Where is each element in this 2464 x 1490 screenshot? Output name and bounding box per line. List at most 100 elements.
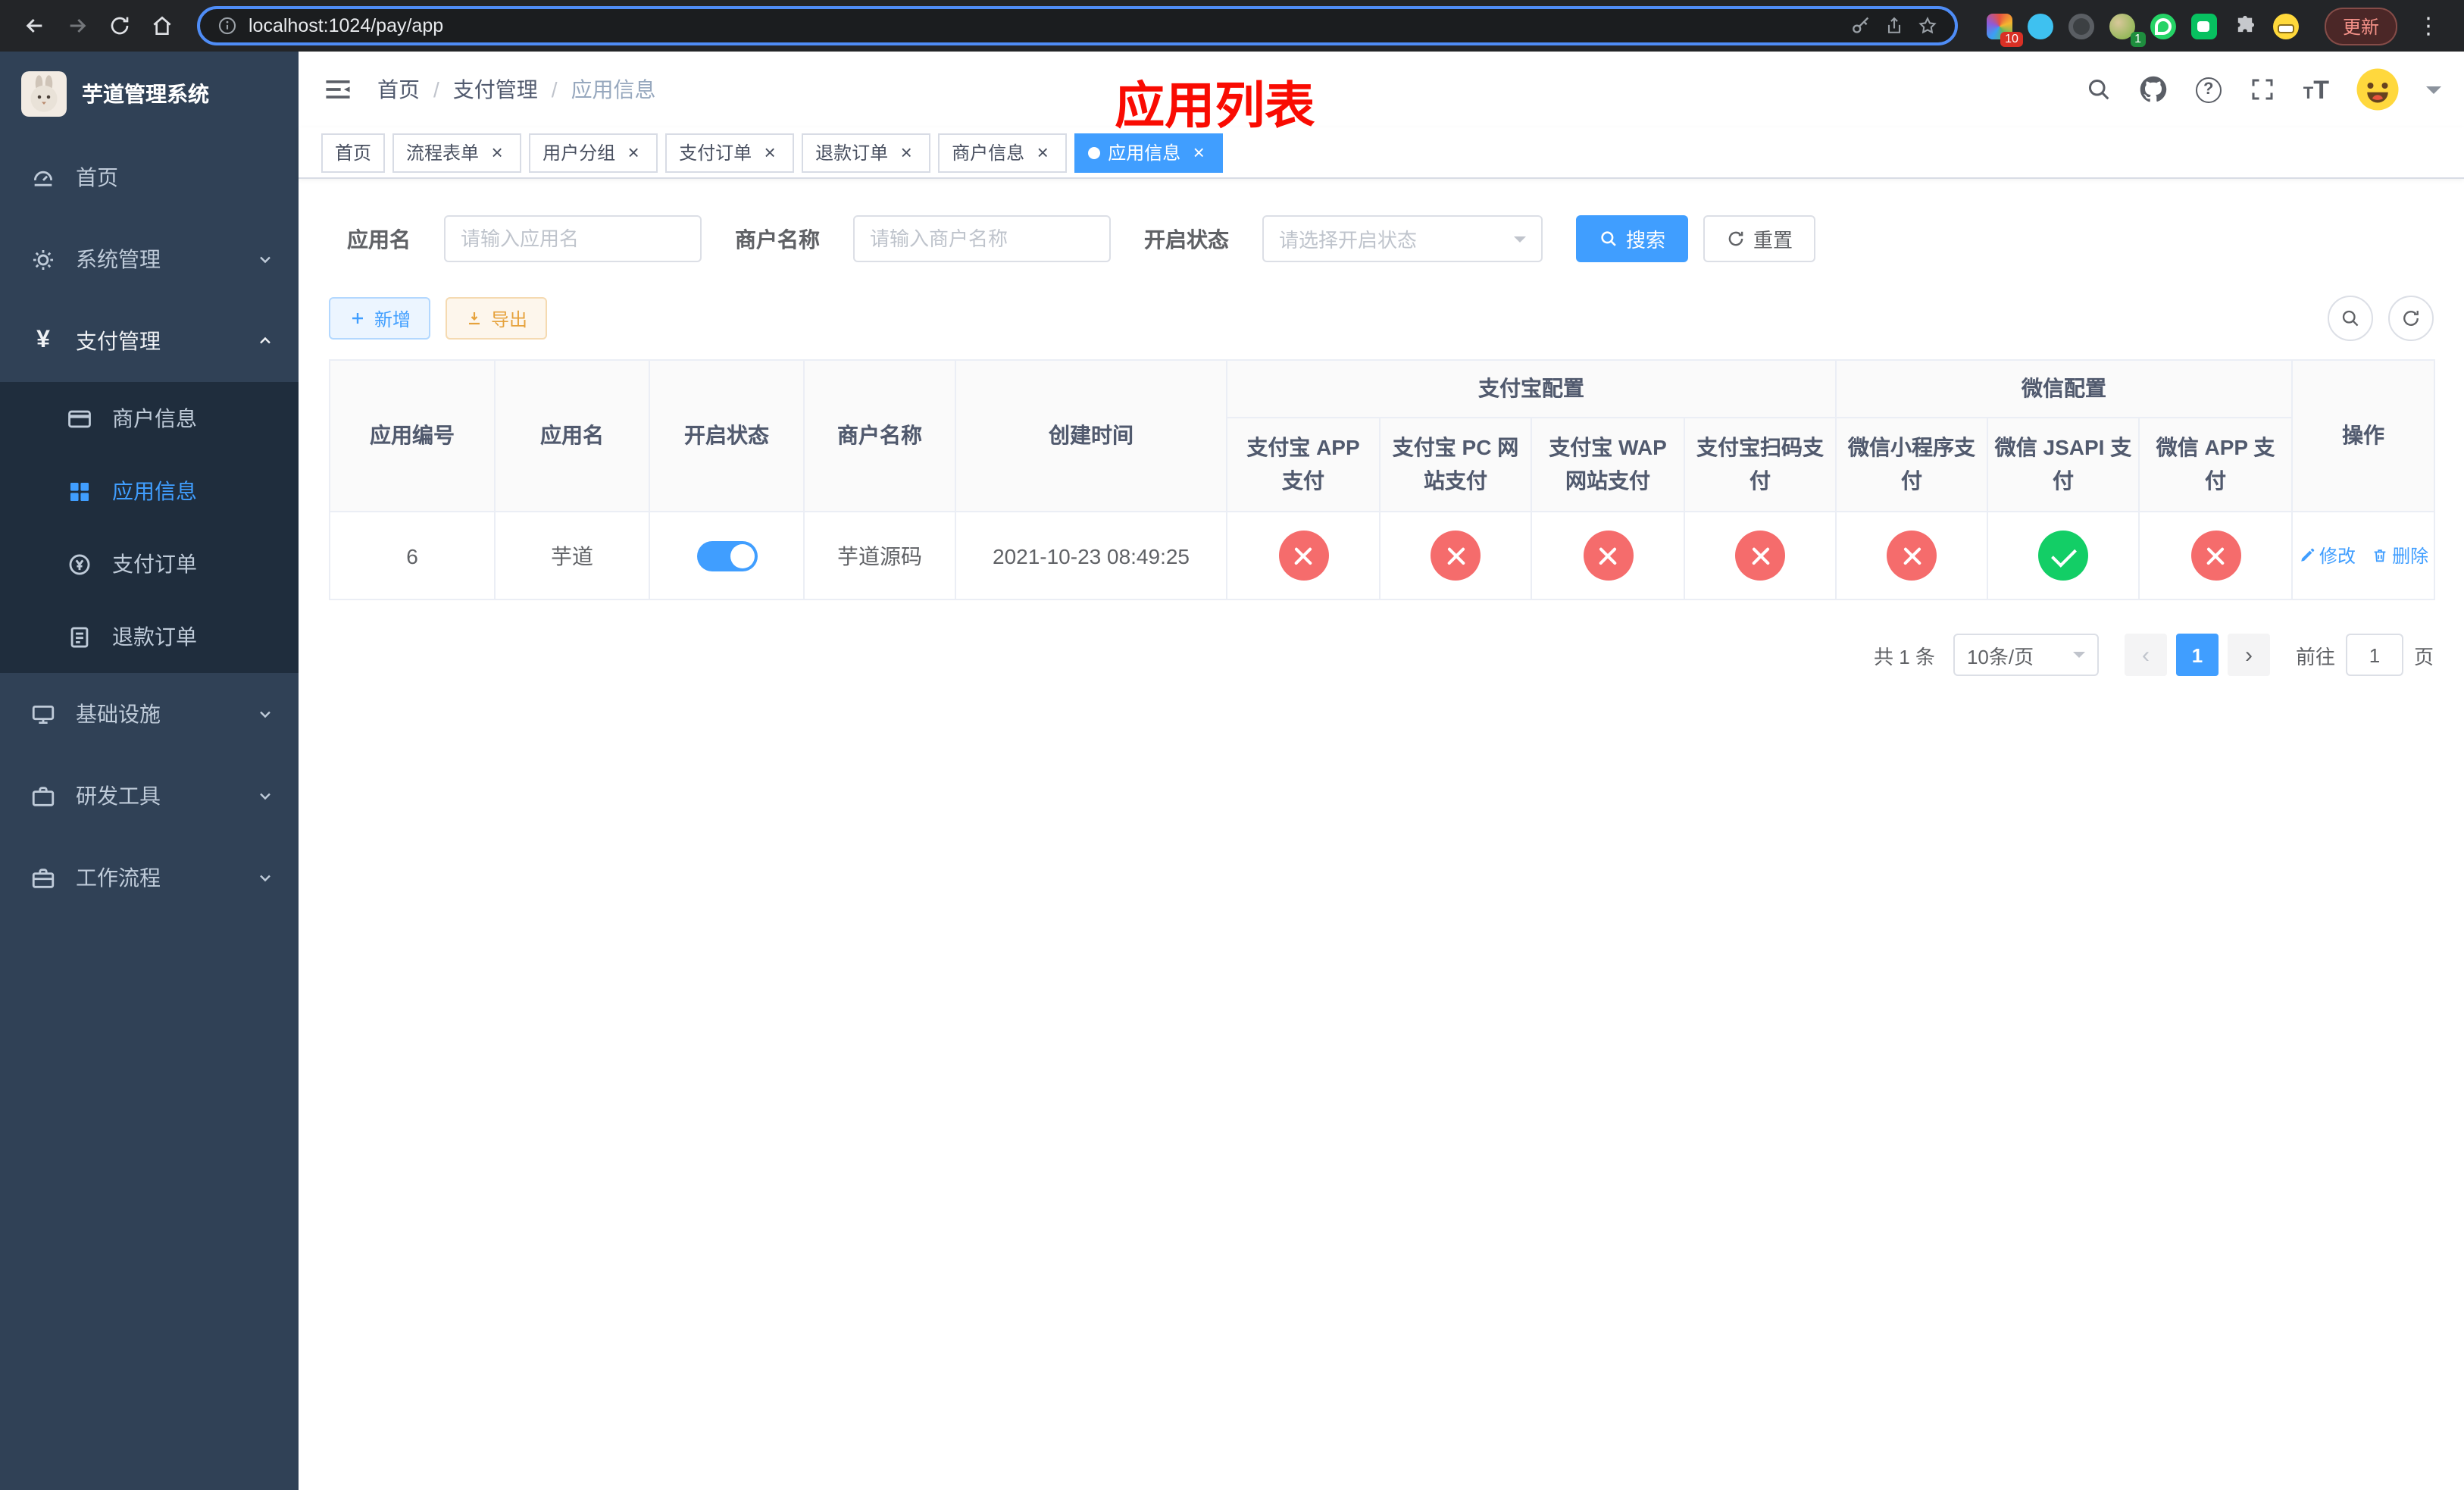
alipay-qr-status-icon [1735,531,1785,581]
sidebar-item-system-management[interactable]: 系统管理 [0,218,299,300]
status-select[interactable]: 请选择开启状态 [1262,215,1543,262]
extensions-puzzle-icon[interactable] [2231,11,2259,40]
tab-home[interactable]: 首页 [321,133,386,172]
sidebar-item-label: 应用信息 [112,479,197,503]
address-bar[interactable]: localhost:1024/pay/app [197,6,1958,45]
tab-payment-orders[interactable]: 支付订单 × [665,133,795,172]
add-button[interactable]: 新增 [329,297,431,340]
sidebar-menu: 首页 系统管理 ¥ 支付管理 商户信息 应用信息 支付订单 退款订单 基础设施 … [0,136,299,919]
browser-reload-icon[interactable] [100,6,139,45]
extension-icon-dark-circle[interactable] [2067,11,2096,40]
bookmark-star-icon[interactable] [1917,14,1940,37]
refresh-table-button[interactable] [2388,296,2434,341]
col-app-id: 应用编号 [329,359,496,512]
breadcrumb-payment[interactable]: 支付管理 [453,74,571,105]
next-page-button[interactable]: › [2227,634,2270,676]
briefcase-icon [30,865,56,891]
app-name-input[interactable] [444,215,702,262]
site-info-icon[interactable] [215,14,238,37]
trash-icon [2373,549,2385,562]
tab-app-info[interactable]: 应用信息 × [1074,133,1224,172]
sidebar-item-payment-orders[interactable]: 支付订单 [0,527,299,600]
cell-merchant: 芋道源码 [803,511,956,600]
close-icon[interactable]: × [1032,142,1053,163]
share-icon[interactable] [1884,14,1906,37]
close-icon[interactable]: × [759,142,780,163]
fullscreen-icon[interactable] [2249,75,2278,104]
sidebar-item-label: 研发工具 [76,784,161,808]
screen: localhost:1024/pay/app 10 1 更新 ⋮ 应用列表 芋道… [0,0,2464,1490]
export-button[interactable]: 导出 [446,297,548,340]
extension-icon-blue-drop[interactable] [2026,11,2055,40]
sidebar-item-infrastructure[interactable]: 基础设施 [0,673,299,755]
extension-icon-colorful[interactable]: 10 [1985,11,2023,46]
tab-user-group[interactable]: 用户分组 × [529,133,658,172]
search-button[interactable]: 搜索 [1576,215,1689,262]
header-search-icon[interactable] [2085,75,2114,104]
close-icon[interactable]: × [486,142,508,163]
delete-link[interactable]: 删除 [2371,543,2428,568]
close-icon[interactable]: × [896,142,917,163]
edit-link[interactable]: 修改 [2298,543,2356,568]
github-icon[interactable] [2140,75,2169,104]
tab-refund-orders[interactable]: 退款订单 × [802,133,931,172]
sidebar-item-refund-orders[interactable]: 退款订单 [0,600,299,673]
page-1-button[interactable]: 1 [2175,634,2219,676]
active-dot [1088,146,1101,158]
help-icon[interactable]: ? [2194,75,2223,104]
breadcrumb-current: 应用信息 [571,77,656,102]
tab-process-form[interactable]: 流程表单 × [392,133,522,172]
breadcrumb: 首页 支付管理 应用信息 [377,74,656,105]
col-actions: 操作 [2291,359,2436,512]
merchant-name-input[interactable] [853,215,1111,262]
avatar-caret-icon[interactable] [2426,86,2441,102]
alipay-wap-status-icon [1583,531,1633,581]
browser-home-icon[interactable] [142,6,182,45]
col-app-name: 应用名 [494,359,650,512]
extension-badge-count-2: 1 [2130,31,2146,46]
navbar-actions: ? TT [2085,67,2441,112]
password-key-icon[interactable] [1850,14,1873,37]
page-annotation: 应用列表 [1115,77,1315,133]
goto-page-input[interactable] [2345,634,2403,676]
profile-avatar-icon[interactable] [2272,11,2300,40]
extension-icon-avatar[interactable]: 1 [2108,11,2146,46]
url-text[interactable]: localhost:1024/pay/app [249,15,443,36]
coin-yen-icon [67,551,92,577]
goto-suffix-label: 页 [2413,645,2434,668]
chevron-down-icon [1514,236,1526,248]
extensions-area: 10 1 [1985,11,2300,46]
extension-icon-green-square[interactable] [2190,11,2219,40]
sidebar-item-workflow[interactable]: 工作流程 [0,837,299,919]
sidebar-item-home[interactable]: 首页 [0,136,299,218]
font-size-icon[interactable]: TT [2303,77,2329,102]
sidebar-item-app-info[interactable]: 应用信息 [0,455,299,527]
sidebar-item-label: 支付管理 [76,329,161,353]
sidebar-item-dev-tools[interactable]: 研发工具 [0,755,299,837]
wechat-app-status-icon [2190,531,2241,581]
page-size-select[interactable]: 10条/页 [1953,634,2099,676]
tab-merchant-info[interactable]: 商户信息 × [938,133,1068,172]
toggle-search-button[interactable] [2328,296,2373,341]
sidebar-fold-icon[interactable] [321,73,355,106]
sidebar-item-merchant-info[interactable]: 商户信息 [0,382,299,455]
chevron-down-icon [256,869,274,887]
app-window: 芋道管理系统 首页 系统管理 ¥ 支付管理 商户信息 应用信息 支付订单 退款订… [0,52,2464,1490]
total-count: 共 1 条 [1874,645,1935,668]
search-icon [2342,310,2359,327]
sidebar-item-payment-management[interactable]: ¥ 支付管理 [0,300,299,382]
browser-forward-icon[interactable] [58,6,97,45]
reset-button[interactable]: 重置 [1703,215,1816,262]
status-toggle[interactable] [696,540,757,571]
close-icon[interactable]: × [623,142,644,163]
breadcrumb-home[interactable]: 首页 [377,74,453,105]
app-logo[interactable]: 芋道管理系统 [0,52,299,136]
browser-menu-icon[interactable]: ⋮ [2409,12,2449,39]
user-avatar[interactable] [2355,67,2400,112]
extension-icon-green-circle[interactable] [2149,11,2178,40]
prev-page-button[interactable]: ‹ [2124,634,2167,676]
browser-back-icon[interactable] [15,6,55,45]
close-icon[interactable]: × [1188,142,1209,163]
chrome-update-button[interactable]: 更新 [2324,7,2397,45]
search-form: 应用名 商户名称 开启状态 请选择开启状态 [347,215,2434,262]
